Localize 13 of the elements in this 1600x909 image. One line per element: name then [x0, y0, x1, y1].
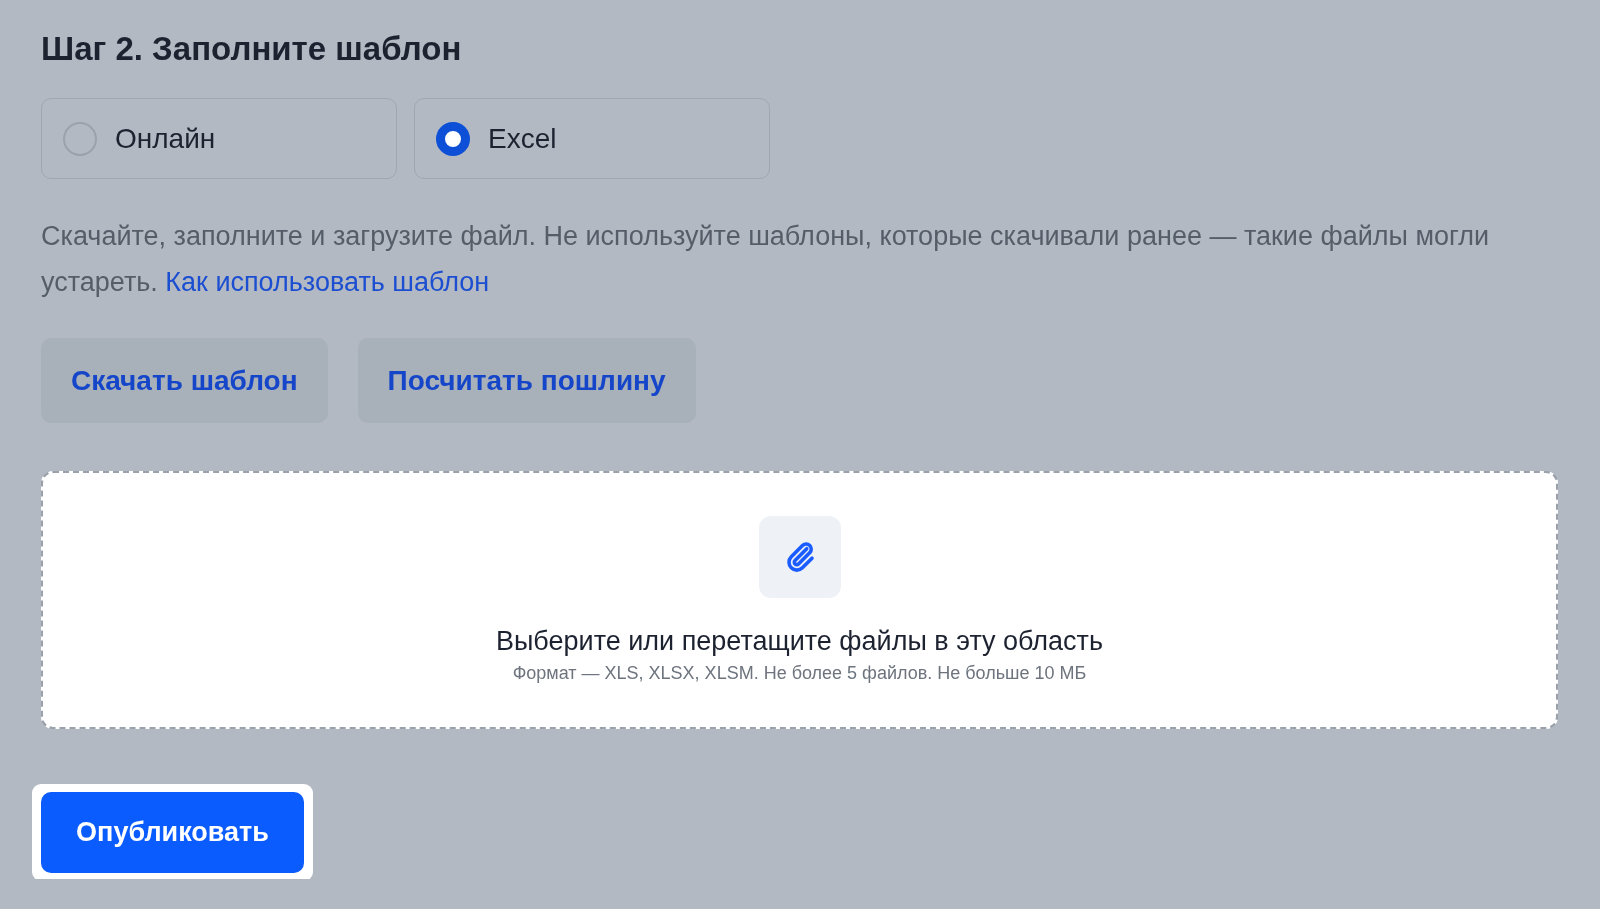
- secondary-button[interactable]: Посчитать пошлину: [357, 338, 696, 423]
- file-drop-zone[interactable]: Выберите или перетащите файлы в эту область Формат — XLS, XLSX, XLSM. Не более 5 файлов. Не больше 10 МБ: [41, 471, 1558, 729]
- step-title: Шаг 2. Заполните шаблон: [41, 30, 463, 68]
- help-link[interactable]: Как использовать шаблон: [165, 267, 490, 297]
- option-label: Excel: [488, 122, 557, 155]
- drop-zone-title: Выберите или перетащите файлы в эту область: [495, 626, 1104, 657]
- secondary-button[interactable]: Скачать шаблон: [41, 338, 328, 423]
- publish-button[interactable]: Опубликовать: [41, 792, 304, 873]
- drop-zone-hint: Формат — XLS, XLSX, XLSM. Не более 5 файлов. Не больше 10 МБ: [512, 663, 1087, 684]
- radio-option[interactable]: Онлайн: [41, 98, 397, 179]
- radio-option[interactable]: Excel: [414, 98, 770, 179]
- option-label: Онлайн: [115, 122, 216, 155]
- description-text: Скачайте, заполните и загрузите файл. Не используйте шаблоны, которые скачивали ранее — такие файлы могли устареть. Как использовать шаблон: [41, 220, 1491, 299]
